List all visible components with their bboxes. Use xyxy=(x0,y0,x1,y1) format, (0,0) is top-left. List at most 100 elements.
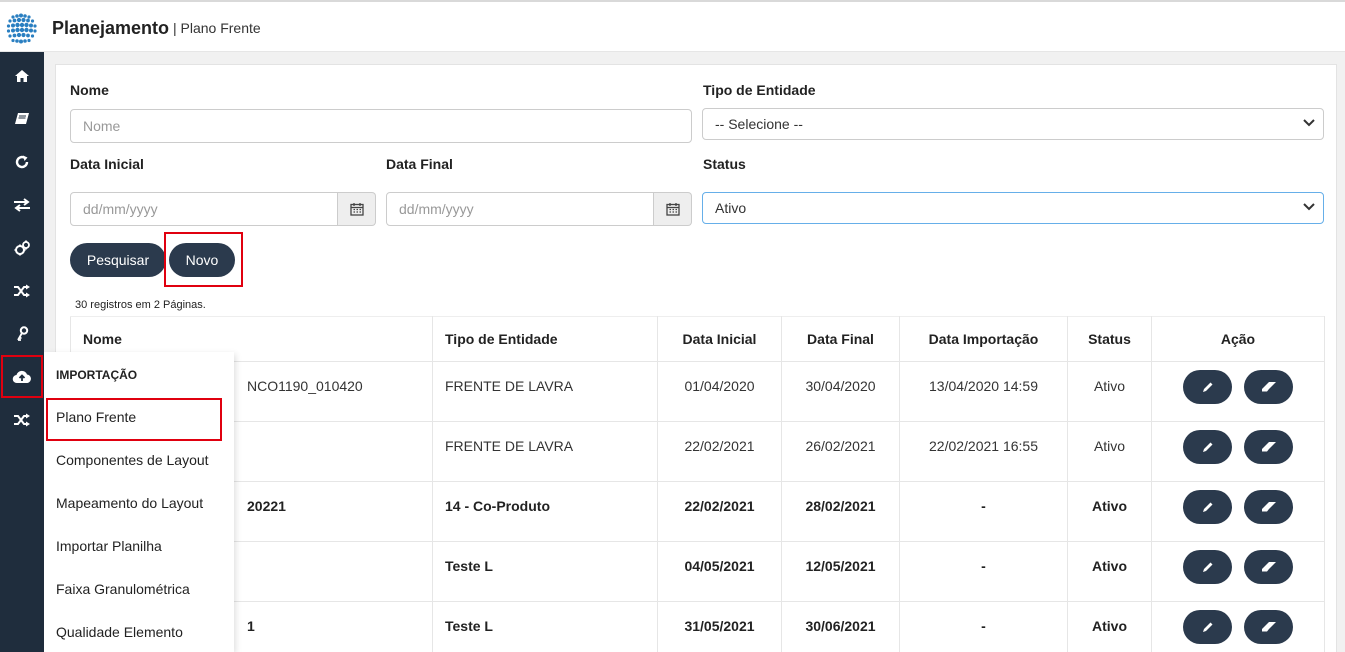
eraser-icon xyxy=(1261,442,1276,452)
cell-data-inicial: 22/02/2021 xyxy=(657,421,782,482)
cell-acao xyxy=(1151,541,1325,602)
highlight-plano-frente xyxy=(46,398,222,441)
cell-acao xyxy=(1151,421,1325,482)
tipo-entidade-select[interactable]: -- Selecione -- xyxy=(702,108,1324,140)
cell-data-importacao: 22/02/2021 16:55 xyxy=(899,421,1068,482)
cell-data-importacao: - xyxy=(899,601,1068,652)
data-final-calendar-button[interactable] xyxy=(654,192,692,226)
sidebar-item-refresh[interactable] xyxy=(0,140,44,183)
cell-data-importacao: - xyxy=(899,541,1068,602)
column-header-data-final[interactable]: Data Final xyxy=(781,316,900,362)
key-icon xyxy=(17,325,29,341)
flyout-item-qualidade-elemento[interactable]: Qualidade Elemento xyxy=(56,624,183,640)
cell-acao xyxy=(1151,481,1325,542)
sidebar xyxy=(0,52,44,652)
app-logo[interactable] xyxy=(5,12,38,45)
cell-tipo: FRENTE DE LAVRA xyxy=(432,361,658,422)
cell-status: Ativo xyxy=(1067,601,1152,652)
erase-button[interactable] xyxy=(1244,430,1293,464)
edit-button[interactable] xyxy=(1183,550,1232,584)
erase-button[interactable] xyxy=(1244,370,1293,404)
gears-icon xyxy=(14,240,30,255)
tipo-entidade-label: Tipo de Entidade xyxy=(703,82,816,98)
sidebar-item-book[interactable] xyxy=(0,97,44,140)
cell-acao xyxy=(1151,601,1325,652)
pencil-icon xyxy=(1202,442,1212,452)
erase-button[interactable] xyxy=(1244,490,1293,524)
cell-tipo: Teste L xyxy=(432,541,658,602)
column-header-data-importacao[interactable]: Data Importação xyxy=(899,316,1068,362)
sidebar-item-random[interactable] xyxy=(0,398,44,441)
table-row: 20221 14 - Co-Produto 22/02/2021 28/02/2… xyxy=(70,481,1325,542)
cell-data-inicial: 01/04/2020 xyxy=(657,361,782,422)
sidebar-item-exchange[interactable] xyxy=(0,183,44,226)
cell-data-final: 26/02/2021 xyxy=(781,421,900,482)
eraser-icon xyxy=(1261,622,1276,632)
data-final-input[interactable] xyxy=(386,192,654,226)
edit-button[interactable] xyxy=(1183,370,1232,404)
cell-data-inicial: 22/02/2021 xyxy=(657,481,782,542)
edit-button[interactable] xyxy=(1183,610,1232,644)
cell-tipo: FRENTE DE LAVRA xyxy=(432,421,658,482)
status-select[interactable]: Ativo xyxy=(702,192,1324,224)
cell-data-final: 30/06/2021 xyxy=(781,601,900,652)
records-count: 30 registros em 2 Páginas. xyxy=(75,299,206,311)
search-button[interactable]: Pesquisar xyxy=(70,243,166,277)
cell-data-final: 12/05/2021 xyxy=(781,541,900,602)
data-inicial-input[interactable] xyxy=(70,192,338,226)
random-icon xyxy=(14,413,30,426)
calendar-icon xyxy=(665,203,680,216)
flyout-item-componentes-layout[interactable]: Componentes de Layout xyxy=(56,452,209,468)
edit-button[interactable] xyxy=(1183,490,1232,524)
table-row: FRENTE DE LAVRA 22/02/2021 26/02/2021 22… xyxy=(70,421,1325,482)
cell-tipo: Teste L xyxy=(432,601,658,652)
cell-data-importacao: - xyxy=(899,481,1068,542)
nome-label: Nome xyxy=(70,82,109,98)
erase-button[interactable] xyxy=(1244,610,1293,644)
import-flyout-menu: IMPORTAÇÃO Plano Frente Componentes de L… xyxy=(44,352,234,652)
refresh-icon xyxy=(15,155,29,168)
column-header-tipo[interactable]: Tipo de Entidade xyxy=(432,316,658,362)
cloud-upload-icon xyxy=(12,370,31,383)
edit-button[interactable] xyxy=(1183,430,1232,464)
cell-data-final: 28/02/2021 xyxy=(781,481,900,542)
top-bar: Planejamento | Plano Frente xyxy=(0,0,1345,52)
flyout-heading: IMPORTAÇÃO xyxy=(56,368,138,382)
status-value: Ativo xyxy=(715,200,747,216)
cell-status: Ativo xyxy=(1067,421,1152,482)
cell-acao xyxy=(1151,361,1325,422)
tipo-entidade-value: -- Selecione -- xyxy=(715,116,803,132)
data-inicial-calendar-button[interactable] xyxy=(338,192,376,226)
sidebar-item-shuffle[interactable] xyxy=(0,269,44,312)
column-header-acao: Ação xyxy=(1151,316,1325,362)
column-header-data-inicial[interactable]: Data Inicial xyxy=(657,316,782,362)
exchange-icon xyxy=(14,197,30,212)
eraser-icon xyxy=(1261,382,1276,392)
erase-button[interactable] xyxy=(1244,550,1293,584)
flyout-item-importar-planilha[interactable]: Importar Planilha xyxy=(56,538,162,554)
home-icon xyxy=(15,69,29,82)
chevron-down-icon xyxy=(1303,203,1315,211)
pencil-icon xyxy=(1202,622,1212,632)
filter-panel: Nome Tipo de Entidade -- Selecione -- Da… xyxy=(55,64,1337,652)
cell-status: Ativo xyxy=(1067,541,1152,602)
cell-data-inicial: 31/05/2021 xyxy=(657,601,782,652)
cell-status: Ativo xyxy=(1067,481,1152,542)
cell-data-importacao: 13/04/2020 14:59 xyxy=(899,361,1068,422)
sidebar-item-import[interactable] xyxy=(1,355,43,398)
flyout-item-mapeamento-layout[interactable]: Mapeamento do Layout xyxy=(56,495,203,511)
shuffle-icon xyxy=(14,284,30,297)
data-inicial-label: Data Inicial xyxy=(70,156,144,172)
column-header-status[interactable]: Status xyxy=(1067,316,1152,362)
table-row: Teste L 04/05/2021 12/05/2021 - Ativo xyxy=(70,541,1325,602)
highlight-new-button xyxy=(164,232,243,287)
nome-input[interactable] xyxy=(70,109,692,143)
sidebar-item-home[interactable] xyxy=(0,54,44,97)
table-row: 1 Teste L 31/05/2021 30/06/2021 - Ativo xyxy=(70,601,1325,652)
sidebar-item-settings[interactable] xyxy=(0,226,44,269)
flyout-item-faixa-granulometrica[interactable]: Faixa Granulométrica xyxy=(56,581,190,597)
status-label: Status xyxy=(703,156,746,172)
sidebar-item-key[interactable] xyxy=(0,312,44,355)
pencil-icon xyxy=(1202,502,1212,512)
eraser-icon xyxy=(1261,562,1276,572)
